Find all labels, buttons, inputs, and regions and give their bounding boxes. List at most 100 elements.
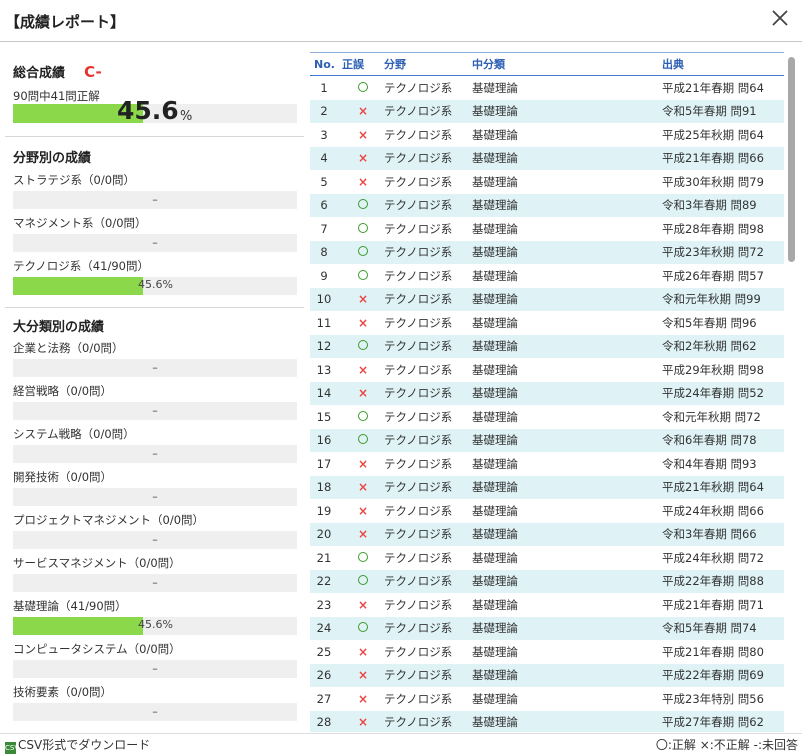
vertical-scrollbar[interactable]: [787, 52, 797, 732]
score-item-label: コンピュータシステム（0/0問）: [13, 642, 181, 656]
category-heading: 大分類別の成績: [13, 320, 105, 335]
score-item-label: 経営戦略（0/0問）: [13, 384, 113, 398]
table-row[interactable]: 13 × テクノロジ系 基礎理論 平成29年秋期 問98: [310, 358, 784, 382]
table-row[interactable]: 24 テクノロジ系 基礎理論 令和5年春期 問74: [310, 616, 784, 640]
row-source: 令和5年春期 問96: [662, 311, 784, 335]
score-item-bar: –: [13, 191, 297, 209]
table-row[interactable]: 28 × テクノロジ系 基礎理論 平成27年春期 問62: [310, 710, 784, 732]
row-field: テクノロジ系: [384, 499, 472, 523]
score-item: 経営戦略（0/0問） –: [5, 383, 304, 420]
row-no: 11: [310, 311, 342, 335]
category-list: 企業と法務（0/0問） – 経営戦略（0/0問） – システム戦略（0/0問） – 開発技術…: [5, 340, 304, 721]
scrollbar-thumb[interactable]: [788, 57, 795, 262]
row-field: テクノロジ系: [384, 546, 472, 570]
table-row[interactable]: 22 テクノロジ系 基礎理論 平成22年春期 問88: [310, 569, 784, 593]
row-subcategory: 基礎理論: [472, 381, 662, 405]
table-row[interactable]: 12 テクノロジ系 基礎理論 令和2年秋期 問62: [310, 334, 784, 358]
table-row[interactable]: 10 × テクノロジ系 基礎理論 令和元年秋期 問99: [310, 287, 784, 311]
table-row[interactable]: 18 × テクノロジ系 基礎理論 平成21年秋期 問64: [310, 475, 784, 499]
table-row[interactable]: 21 テクノロジ系 基礎理論 平成24年秋期 問72: [310, 546, 784, 570]
table-row[interactable]: 5 × テクノロジ系 基礎理論 平成30年秋期 問79: [310, 170, 784, 194]
csv-file-icon[interactable]: CSV: [5, 742, 19, 754]
table-row[interactable]: 14 × テクノロジ系 基礎理論 平成24年春期 問52: [310, 381, 784, 405]
circle-icon: [358, 575, 368, 586]
table-row[interactable]: 25 × テクノロジ系 基礎理論 平成21年春期 問80: [310, 640, 784, 664]
row-no: 3: [310, 123, 342, 147]
cross-icon: ×: [357, 456, 369, 471]
table-row[interactable]: 9 テクノロジ系 基礎理論 平成26年春期 問57: [310, 264, 784, 288]
row-subcategory: 基礎理論: [472, 146, 662, 170]
row-subcategory: 基礎理論: [472, 240, 662, 264]
row-source: 平成25年秋期 問64: [662, 123, 784, 147]
table-row[interactable]: 11 × テクノロジ系 基礎理論 令和5年春期 問96: [310, 311, 784, 335]
score-item-label: 基礎理論（41/90問）: [13, 599, 127, 613]
header-no[interactable]: No.: [310, 52, 342, 76]
row-no: 4: [310, 146, 342, 170]
table-row[interactable]: 3 × テクノロジ系 基礎理論 平成25年秋期 問64: [310, 123, 784, 147]
row-result: ×: [342, 593, 384, 617]
score-item-label: プロジェクトマネジメント（0/0問）: [13, 513, 205, 527]
field-heading: 分野別の成績: [13, 151, 92, 166]
csv-download-label[interactable]: CSV形式でダウンロード: [18, 738, 150, 752]
cross-icon: ×: [357, 691, 369, 706]
row-result: ×: [342, 170, 384, 194]
score-item-value: –: [152, 361, 158, 374]
table-row[interactable]: 17 × テクノロジ系 基礎理論 令和4年春期 問93: [310, 452, 784, 476]
score-item-value: –: [152, 404, 158, 417]
cross-icon: ×: [357, 527, 369, 542]
row-no: 7: [310, 217, 342, 241]
table-row[interactable]: 2 × テクノロジ系 基礎理論 令和5年春期 問91: [310, 99, 784, 123]
category-section: 大分類別の成績 企業と法務（0/0問） – 経営戦略（0/0問） – システム戦略（0/…: [5, 308, 304, 721]
table-row[interactable]: 23 × テクノロジ系 基礎理論 平成21年春期 問71: [310, 593, 784, 617]
table-row[interactable]: 16 テクノロジ系 基礎理論 令和6年春期 問78: [310, 428, 784, 452]
row-subcategory: 基礎理論: [472, 663, 662, 687]
score-item: 開発技術（0/0問） –: [5, 469, 304, 506]
row-subcategory: 基礎理論: [472, 358, 662, 382]
row-no: 5: [310, 170, 342, 194]
table-row[interactable]: 1 テクノロジ系 基礎理論 平成21年春期 問64: [310, 75, 784, 100]
score-item: プロジェクトマネジメント（0/0問） –: [5, 512, 304, 549]
table-row[interactable]: 26 × テクノロジ系 基礎理論 平成22年春期 問69: [310, 663, 784, 687]
field-section: 分野別の成績 ストラテジ系（0/0問） – マネジメント系（0/0問） – テクノロジ系…: [5, 137, 304, 308]
row-no: 17: [310, 452, 342, 476]
circle-icon: [358, 340, 368, 351]
row-field: テクノロジ系: [384, 381, 472, 405]
row-field: テクノロジ系: [384, 334, 472, 358]
close-button[interactable]: [770, 8, 790, 28]
score-item: 技術要素（0/0問） –: [5, 684, 304, 721]
table-row[interactable]: 6 テクノロジ系 基礎理論 令和3年春期 問89: [310, 193, 784, 217]
score-item-value: –: [152, 236, 158, 249]
question-results-table-container[interactable]: No. 正誤 分野 中分類 出典 1 テクノロジ系 基礎理論 平成21年春期 問64 2…: [310, 52, 785, 732]
table-row[interactable]: 8 テクノロジ系 基礎理論 平成23年秋期 問72: [310, 240, 784, 264]
row-source: 平成27年春期 問62: [662, 710, 784, 732]
row-no: 18: [310, 475, 342, 499]
row-subcategory: 基礎理論: [472, 170, 662, 194]
score-item-value: –: [152, 662, 158, 675]
header-field[interactable]: 分野: [384, 52, 472, 76]
close-icon[interactable]: [770, 8, 790, 28]
row-subcategory: 基礎理論: [472, 475, 662, 499]
score-item: 基礎理論（41/90問） 45.6%: [5, 598, 304, 635]
table-row[interactable]: 7 テクノロジ系 基礎理論 平成28年春期 問98: [310, 217, 784, 241]
row-result: ×: [342, 640, 384, 664]
row-no: 24: [310, 616, 342, 640]
row-field: テクノロジ系: [384, 99, 472, 123]
header-source[interactable]: 出典: [662, 52, 784, 76]
cross-icon: ×: [357, 104, 369, 119]
row-source: 平成21年春期 問80: [662, 640, 784, 664]
row-subcategory: 基礎理論: [472, 593, 662, 617]
header-subcategory[interactable]: 中分類: [472, 52, 662, 76]
row-field: テクノロジ系: [384, 170, 472, 194]
table-row[interactable]: 15 テクノロジ系 基礎理論 令和元年秋期 問72: [310, 405, 784, 429]
header-result[interactable]: 正誤: [342, 52, 384, 76]
csv-download-link[interactable]: CSVCSV形式でダウンロード: [5, 736, 150, 754]
table-row[interactable]: 20 × テクノロジ系 基礎理論 令和3年春期 問66: [310, 522, 784, 546]
cross-icon: ×: [357, 386, 369, 401]
table-row[interactable]: 4 × テクノロジ系 基礎理論 平成21年春期 問66: [310, 146, 784, 170]
table-row[interactable]: 27 × テクノロジ系 基礎理論 平成23年特別 問56: [310, 687, 784, 711]
table-row[interactable]: 19 × テクノロジ系 基礎理論 平成24年秋期 問66: [310, 499, 784, 523]
row-no: 23: [310, 593, 342, 617]
row-source: 令和4年春期 問93: [662, 452, 784, 476]
row-source: 平成29年秋期 問98: [662, 358, 784, 382]
circle-icon: [358, 434, 368, 445]
